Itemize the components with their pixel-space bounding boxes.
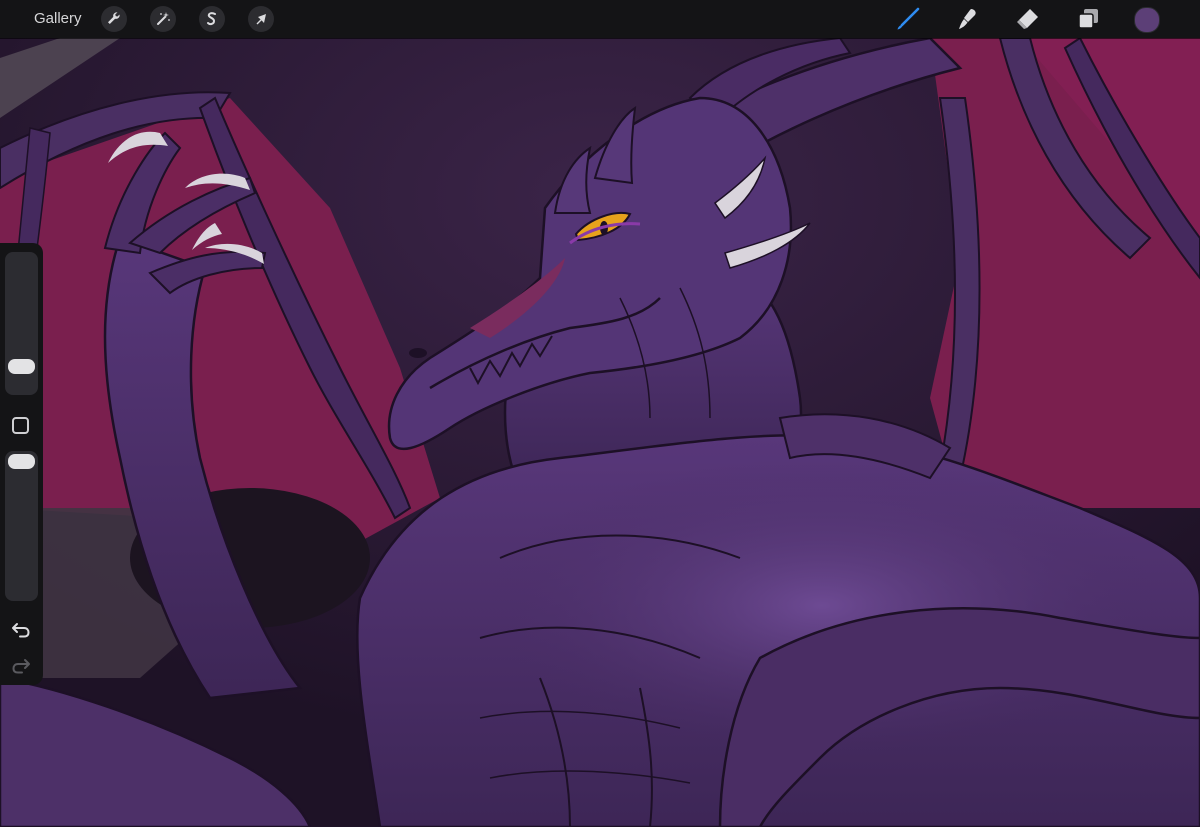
magic-wand-icon xyxy=(157,12,170,25)
modify-button[interactable] xyxy=(12,417,29,434)
brush-opacity-thumb[interactable] xyxy=(8,454,35,469)
eraser-tool-button[interactable] xyxy=(1013,4,1043,34)
wrench-icon xyxy=(108,12,120,24)
actions-button[interactable] xyxy=(101,6,127,32)
redo-button[interactable] xyxy=(9,653,33,677)
left-sidebar xyxy=(0,243,43,685)
undo-icon xyxy=(12,623,30,638)
top-toolbar: Gallery xyxy=(0,0,1200,38)
arrow-cursor-icon xyxy=(256,14,266,25)
drawing-canvas[interactable] xyxy=(0,38,1200,827)
dragon-artwork xyxy=(0,38,1200,827)
selection-icon xyxy=(207,12,216,26)
brush-size-slider[interactable] xyxy=(5,252,38,395)
layers-button[interactable] xyxy=(1073,4,1103,34)
transform-button[interactable] xyxy=(248,6,274,32)
layers-icon xyxy=(1078,9,1098,29)
smudge-tool-button[interactable] xyxy=(953,4,983,34)
brush-icon xyxy=(897,7,920,30)
redo-icon xyxy=(12,659,30,674)
brush-tool-button[interactable] xyxy=(893,4,923,34)
brush-size-thumb[interactable] xyxy=(8,358,35,374)
procreate-app: Gallery xyxy=(0,0,1200,827)
smudge-icon xyxy=(959,9,976,29)
color-picker-button[interactable] xyxy=(1134,7,1160,33)
selection-button[interactable] xyxy=(199,6,225,32)
eraser-icon xyxy=(1017,9,1038,29)
undo-button[interactable] xyxy=(9,617,33,641)
gallery-button[interactable]: Gallery xyxy=(26,0,90,38)
adjustments-button[interactable] xyxy=(150,6,176,32)
brush-opacity-slider[interactable] xyxy=(5,451,38,601)
